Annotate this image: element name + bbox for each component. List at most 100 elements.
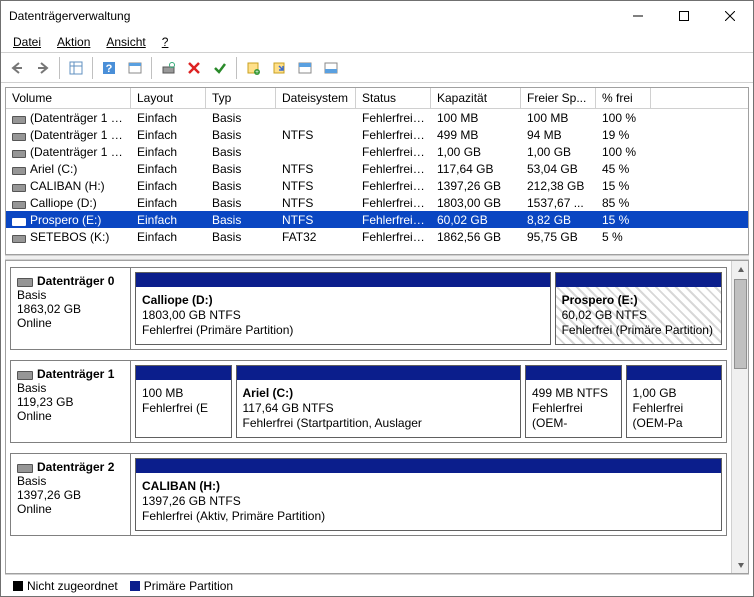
cell-pct: 19 % (596, 128, 651, 142)
disk-info[interactable]: Datenträger 0Basis1863,02 GBOnline (11, 268, 131, 349)
cell-type: Basis (206, 213, 276, 227)
menu-file[interactable]: Datei (7, 33, 47, 51)
col-spacer (651, 88, 748, 109)
separator-icon (236, 57, 237, 79)
partition-color-bar (627, 366, 722, 380)
volume-row[interactable]: CALIBAN (H:)EinfachBasisNTFSFehlerfrei (… (6, 177, 748, 194)
col-filesystem[interactable]: Dateisystem (276, 88, 356, 109)
partition-body: CALIBAN (H:)1397,26 GB NTFSFehlerfrei (A… (136, 473, 721, 530)
view-top-button[interactable] (293, 56, 317, 80)
refresh-button[interactable] (156, 56, 180, 80)
col-capacity[interactable]: Kapazität (431, 88, 521, 109)
disk-map-scroll[interactable]: Datenträger 0Basis1863,02 GBOnlineCallio… (6, 261, 731, 573)
check-button[interactable] (208, 56, 232, 80)
volume-list[interactable]: (Datenträger 1 Par...EinfachBasisFehlerf… (5, 109, 749, 255)
partition-body: 499 MB NTFSFehlerfrei (OEM- (526, 380, 621, 437)
toolbar: ? + (1, 53, 753, 83)
scroll-up-icon[interactable] (732, 261, 749, 278)
cell-layout: Einfach (131, 145, 206, 159)
volume-row[interactable]: (Datenträger 1 Par...EinfachBasisNTFSFeh… (6, 126, 748, 143)
cell-fs: NTFS (276, 213, 356, 227)
legend-unallocated: Nicht zugeordnet (13, 579, 118, 593)
partition[interactable]: Calliope (D:)1803,00 GB NTFSFehlerfrei (… (135, 272, 551, 345)
volume-row[interactable]: SETEBOS (K:)EinfachBasisFAT32Fehlerfrei … (6, 228, 748, 245)
volume-row[interactable]: Ariel (C:)EinfachBasisNTFSFehlerfrei (..… (6, 160, 748, 177)
partition-color-bar (526, 366, 621, 380)
cell-free: 8,82 GB (521, 213, 596, 227)
cell-cap: 1,00 GB (431, 145, 521, 159)
partition[interactable]: CALIBAN (H:)1397,26 GB NTFSFehlerfrei (A… (135, 458, 722, 531)
new-vhd-button[interactable]: + (241, 56, 265, 80)
cell-fs: NTFS (276, 179, 356, 193)
menu-view[interactable]: Ansicht (100, 33, 151, 51)
help-button[interactable]: ? (97, 56, 121, 80)
partition[interactable]: 1,00 GBFehlerfrei (OEM-Pa (626, 365, 723, 438)
cell-type: Basis (206, 145, 276, 159)
cell-status: Fehlerfrei (... (356, 111, 431, 125)
partitions-area: Calliope (D:)1803,00 GB NTFSFehlerfrei (… (131, 268, 726, 349)
window-title: Datenträgerverwaltung (9, 9, 615, 23)
back-button[interactable] (5, 56, 29, 80)
volume-row[interactable]: Calliope (D:)EinfachBasisNTFSFehlerfrei … (6, 194, 748, 211)
partition[interactable]: Prospero (E:)60,02 GB NTFSFehlerfrei (Pr… (555, 272, 722, 345)
cell-layout: Einfach (131, 111, 206, 125)
cell-volume: (Datenträger 1 Par... (6, 128, 131, 142)
cell-free: 1537,67 ... (521, 196, 596, 210)
partition[interactable]: Ariel (C:)117,64 GB NTFSFehlerfrei (Star… (236, 365, 522, 438)
col-free[interactable]: Freier Sp... (521, 88, 596, 109)
cell-status: Fehlerfrei (... (356, 145, 431, 159)
partition[interactable]: 100 MBFehlerfrei (E (135, 365, 232, 438)
cell-volume: CALIBAN (H:) (6, 179, 131, 193)
disk-info[interactable]: Datenträger 1Basis119,23 GBOnline (11, 361, 131, 442)
vertical-scrollbar[interactable] (731, 261, 748, 573)
menubar: Datei Aktion Ansicht ? (1, 31, 753, 53)
disk-row: Datenträger 2Basis1397,26 GBOnlineCALIBA… (10, 453, 727, 536)
cell-status: Fehlerfrei (... (356, 128, 431, 142)
disk-info[interactable]: Datenträger 2Basis1397,26 GBOnline (11, 454, 131, 535)
delete-button[interactable] (182, 56, 206, 80)
cell-free: 1,00 GB (521, 145, 596, 159)
disk-icon (17, 276, 33, 286)
col-volume[interactable]: Volume (6, 88, 131, 109)
minimize-button[interactable] (615, 1, 661, 31)
cell-pct: 100 % (596, 111, 651, 125)
volume-icon (12, 199, 26, 208)
col-layout[interactable]: Layout (131, 88, 206, 109)
disk-icon (17, 369, 33, 379)
cell-fs: FAT32 (276, 230, 356, 244)
view-list-button[interactable] (64, 56, 88, 80)
col-status[interactable]: Status (356, 88, 431, 109)
volume-row[interactable]: (Datenträger 1 Par...EinfachBasisFehlerf… (6, 143, 748, 160)
attach-vhd-button[interactable] (267, 56, 291, 80)
cell-pct: 85 % (596, 196, 651, 210)
cell-volume: Ariel (C:) (6, 162, 131, 176)
cell-cap: 117,64 GB (431, 162, 521, 176)
svg-text:+: + (255, 70, 259, 75)
separator-icon (92, 57, 93, 79)
forward-button[interactable] (31, 56, 55, 80)
close-button[interactable] (707, 1, 753, 31)
cell-volume: SETEBOS (K:) (6, 230, 131, 244)
cell-status: Fehlerfrei (... (356, 196, 431, 210)
properties-button[interactable] (123, 56, 147, 80)
volume-row[interactable]: Prospero (E:)EinfachBasisNTFSFehlerfrei … (6, 211, 748, 228)
partition[interactable]: 499 MB NTFSFehlerfrei (OEM- (525, 365, 622, 438)
volume-icon (12, 182, 26, 191)
disk-map-pane: Datenträger 0Basis1863,02 GBOnlineCallio… (5, 260, 749, 574)
menu-action[interactable]: Aktion (51, 33, 96, 51)
volume-icon (12, 131, 26, 140)
col-type[interactable]: Typ (206, 88, 276, 109)
volume-row[interactable]: (Datenträger 1 Par...EinfachBasisFehlerf… (6, 109, 748, 126)
partition-color-bar (136, 273, 550, 287)
view-bottom-button[interactable] (319, 56, 343, 80)
disk-icon (17, 462, 33, 472)
menu-help[interactable]: ? (156, 33, 175, 51)
cell-cap: 499 MB (431, 128, 521, 142)
scroll-thumb[interactable] (734, 279, 747, 369)
cell-pct: 15 % (596, 179, 651, 193)
cell-pct: 5 % (596, 230, 651, 244)
maximize-button[interactable] (661, 1, 707, 31)
scroll-down-icon[interactable] (732, 556, 749, 573)
col-pct[interactable]: % frei (596, 88, 651, 109)
volume-icon (12, 216, 26, 225)
